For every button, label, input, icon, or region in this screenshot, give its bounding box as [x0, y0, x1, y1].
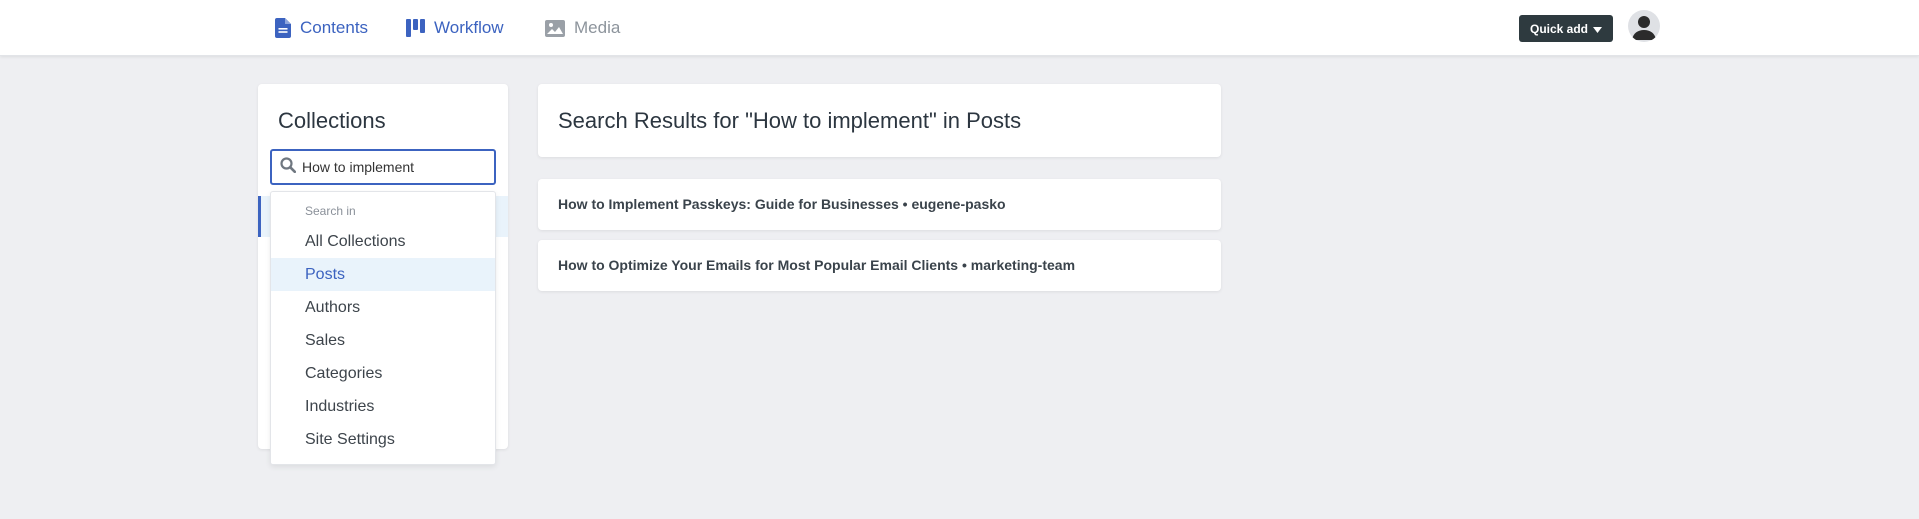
user-avatar-icon [1628, 16, 1660, 42]
search-result-text: How to Implement Passkeys: Guide for Bus… [558, 196, 1006, 212]
nav-media[interactable]: Media [545, 16, 620, 40]
document-icon [275, 18, 291, 38]
nav-contents[interactable]: Contents [275, 16, 368, 40]
collection-search-box[interactable] [270, 149, 496, 185]
search-results-title: Search Results for "How to implement" in… [558, 108, 1022, 133]
collection-search-input[interactable] [302, 159, 482, 175]
scope-option-categories[interactable]: Categories [271, 357, 495, 390]
kanban-icon [406, 19, 425, 37]
quick-add-label: Quick add [1529, 21, 1588, 36]
search-scope-dropdown: Search in All Collections Posts Authors … [270, 191, 496, 465]
caret-down-icon [1593, 22, 1602, 36]
image-icon [545, 19, 565, 37]
search-results-header: Search Results for "How to implement" in… [538, 84, 1221, 157]
top-navigation-bar: Contents Workflow Media Quick add [0, 0, 1919, 56]
user-avatar[interactable] [1628, 10, 1660, 42]
nav-workflow[interactable]: Workflow [406, 16, 504, 40]
scope-option-all-collections[interactable]: All Collections [271, 225, 495, 258]
scope-option-sales[interactable]: Sales [271, 324, 495, 357]
scope-option-posts[interactable]: Posts [271, 258, 495, 291]
nav-workflow-label: Workflow [434, 18, 504, 37]
search-icon [280, 156, 297, 178]
search-result-item[interactable]: How to Implement Passkeys: Guide for Bus… [538, 179, 1221, 230]
scope-option-site-settings[interactable]: Site Settings [271, 423, 495, 456]
scope-option-industries[interactable]: Industries [271, 390, 495, 423]
search-result-item[interactable]: How to Optimize Your Emails for Most Pop… [538, 240, 1221, 291]
scope-option-authors[interactable]: Authors [271, 291, 495, 324]
search-in-header: Search in [305, 204, 356, 218]
collections-title: Collections [278, 108, 386, 133]
nav-media-label: Media [574, 18, 621, 37]
search-result-text: How to Optimize Your Emails for Most Pop… [558, 257, 1076, 273]
nav-contents-label: Contents [300, 18, 369, 37]
quick-add-button[interactable]: Quick add [1519, 15, 1613, 42]
